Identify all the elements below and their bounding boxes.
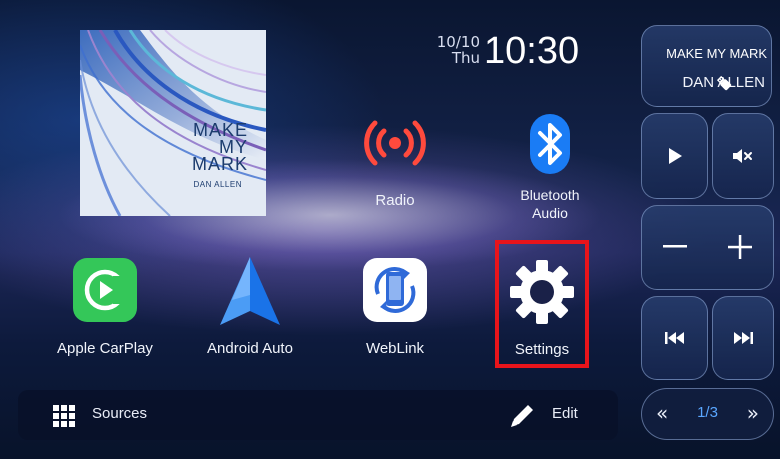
bluetooth-label-line: Audio — [532, 205, 568, 221]
volume-control — [641, 205, 774, 290]
home-screen: MAKE MY MARK DAN ALLEN 10/10 Thu 10:30 R… — [0, 0, 780, 459]
page-navigator: « 1/3 » — [641, 388, 774, 440]
date-display: 10/10 Thu — [420, 34, 480, 66]
mute-icon — [733, 149, 752, 163]
settings-label: Settings — [514, 341, 570, 358]
previous-track-button[interactable] — [641, 296, 708, 380]
bluetooth-label-line: Bluetooth — [520, 187, 580, 203]
radio-tile[interactable]: Radio — [345, 112, 445, 222]
weblink-icon — [363, 258, 427, 326]
edit-button[interactable]: Edit — [508, 390, 608, 440]
previous-track-icon — [664, 332, 684, 344]
mute-button[interactable] — [712, 113, 774, 199]
weblink-label: WebLink — [365, 340, 425, 357]
now-playing-card[interactable]: MAKE MY MARK DAN ALLEN — [641, 25, 772, 107]
play-icon — [668, 148, 682, 164]
bottom-bar: Sources Edit — [18, 390, 618, 440]
next-track-button[interactable] — [712, 296, 774, 380]
minus-icon — [663, 245, 687, 248]
now-playing-title: MAKE MY MARK — [666, 46, 767, 61]
edit-label: Edit — [552, 405, 578, 422]
now-playing-artist-row: DAN ALLEN — [682, 74, 765, 91]
bluetooth-audio-tile[interactable]: Bluetooth Audio — [490, 112, 610, 227]
radio-icon — [360, 118, 430, 172]
apple-carplay-label: Apple CarPlay — [57, 340, 153, 357]
weblink-tile[interactable]: WebLink — [340, 255, 450, 365]
album-artist: DAN ALLEN — [193, 180, 242, 189]
album-art[interactable]: MAKE MY MARK DAN ALLEN — [80, 30, 266, 216]
apple-carplay-tile[interactable]: Apple CarPlay — [45, 255, 165, 365]
grid-icon — [53, 405, 75, 431]
carplay-icon — [73, 258, 137, 326]
sources-button[interactable]: Sources — [48, 390, 198, 440]
bluetooth-icon — [528, 114, 572, 178]
album-title: MAKE MY MARK — [191, 121, 248, 174]
android-auto-tile[interactable]: Android Auto — [185, 255, 315, 365]
gear-icon — [509, 259, 575, 329]
weekday: Thu — [451, 49, 480, 67]
sources-label: Sources — [92, 405, 148, 422]
album-title-line: MARK — [191, 154, 248, 174]
settings-tile[interactable]: Settings — [495, 240, 589, 368]
plus-icon — [728, 235, 752, 259]
date-day: 10/10 — [436, 33, 480, 51]
usb-icon — [716, 75, 731, 90]
volume-up-button[interactable] — [708, 206, 772, 288]
page-next-button[interactable]: » — [747, 401, 759, 425]
android-auto-icon — [218, 255, 282, 331]
clock-time: 10:30 — [484, 30, 580, 72]
android-auto-label: Android Auto — [207, 340, 293, 357]
radio-label: Radio — [375, 192, 415, 209]
play-button[interactable] — [641, 113, 708, 199]
next-track-icon — [734, 332, 753, 344]
bluetooth-audio-label: Bluetooth Audio — [490, 186, 610, 222]
volume-down-button[interactable] — [642, 206, 708, 288]
pencil-icon — [508, 402, 536, 434]
